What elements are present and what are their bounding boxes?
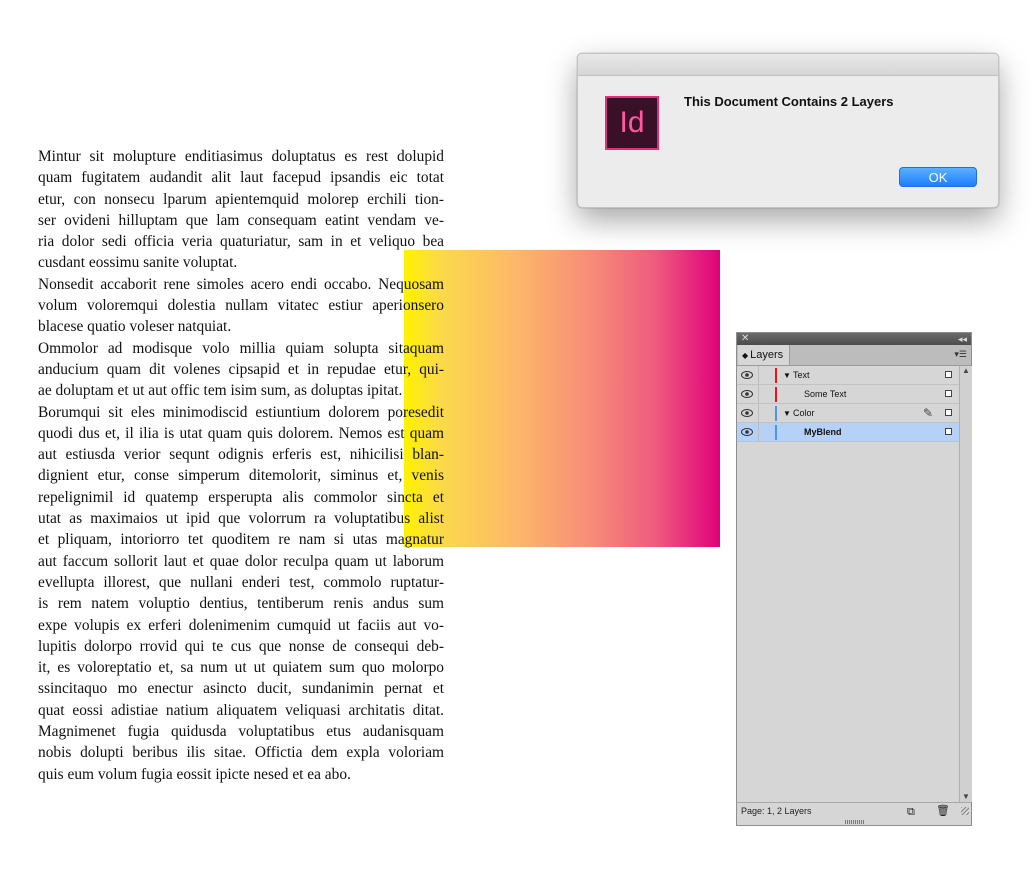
layers-panel: ✕ ◂◂ ◆ Layers ▾☰ ▼ Text Some Text ▼ Color ✎ MyB… (736, 332, 972, 826)
pen-icon: ✎ (923, 406, 934, 420)
new-layer-icon[interactable]: ⧉ (907, 804, 915, 820)
trash-icon[interactable]: 🗑 (936, 803, 950, 819)
text-line: anducium quam dit volenes cipsapid et in… (38, 360, 444, 378)
tab-arrows-icon: ◆ (742, 351, 749, 360)
text-line: aut estiusda verior sequnt odignis erfer… (38, 446, 444, 464)
eye-icon[interactable] (741, 390, 753, 398)
scrollbar[interactable]: ▲ ▼ (959, 366, 972, 802)
layer-color-swatch (775, 368, 777, 383)
layer-color-swatch (775, 387, 777, 402)
layer-row[interactable]: Some Text (737, 385, 959, 404)
text-line: volum voloremqui dolestia nullam vitatec… (38, 297, 444, 315)
text-line: dignient etur, conse simperum ditemolori… (38, 467, 444, 485)
text-line: cusdant eossimu sanite voluptat. (38, 254, 238, 272)
row-separator (758, 404, 759, 423)
text-line: ria dolor sedi officia veria quaturiatur… (38, 233, 444, 251)
text-line: Magnimenet fugia quidusda voluptatibus e… (38, 723, 444, 741)
layer-row[interactable]: ▼ Text (737, 366, 959, 385)
collapse-icon[interactable]: ◂◂ (958, 333, 967, 345)
panel-tabbar: ◆ Layers ▾☰ (737, 345, 971, 366)
dialog-message: This Document Contains 2 Layers (684, 94, 894, 109)
alert-dialog: Id This Document Contains 2 Layers OK (577, 53, 999, 208)
layer-row[interactable]: MyBlend (737, 423, 959, 442)
layer-name: Color (793, 408, 815, 418)
gradient-blend-rectangle[interactable] (404, 250, 720, 547)
panel-menu-icon[interactable]: ▾☰ (954, 349, 967, 360)
text-line: blacese quatio voleser natquiat. (38, 318, 232, 336)
text-line: quis eum volum fugia eossit ipicte nesed… (38, 765, 351, 783)
eye-icon[interactable] (741, 371, 753, 379)
body-text-frame: Mintur sit molupture enditiasimus dolupt… (38, 146, 444, 785)
indesign-app-icon: Id (605, 96, 659, 150)
panel-topbar[interactable]: ✕ ◂◂ (737, 333, 971, 345)
layer-name: MyBlend (804, 427, 842, 437)
selection-box-icon[interactable] (945, 428, 952, 435)
layer-color-swatch (775, 406, 777, 421)
close-icon[interactable]: ✕ (741, 333, 749, 345)
text-line: lupitis dolorpo rrovid qui te cus que no… (38, 637, 444, 655)
text-line: Nonsedit accaborit rene simoles acero en… (38, 275, 444, 293)
row-separator (758, 423, 759, 442)
text-line: it, es voloreptatio et, sa num ut ut qui… (38, 659, 444, 677)
text-line: evellupta illorest, que nullani enderi t… (38, 573, 444, 591)
resize-grip-icon[interactable] (961, 807, 969, 815)
eye-icon[interactable] (741, 409, 753, 417)
text-line: Borumqui sit eles minimodiscid estiuntiu… (38, 403, 444, 421)
disclosure-triangle-icon[interactable]: ▼ (783, 409, 791, 418)
selection-box-icon[interactable] (945, 409, 952, 416)
panel-resize-handle[interactable] (845, 820, 865, 824)
layers-list: ▼ Text Some Text ▼ Color ✎ MyBlend (737, 366, 959, 802)
text-line: et pliquam, intoriorro tet quoditem re n… (38, 531, 444, 549)
text-line: etur, con nonsecu lparum apientemquid mo… (38, 190, 444, 208)
scroll-down-icon[interactable]: ▼ (962, 792, 970, 801)
layer-name: Some Text (804, 389, 847, 399)
text-line: aut faccum sollorit laut et quae dolor r… (38, 552, 444, 570)
layer-row[interactable]: ▼ Color ✎ (737, 404, 959, 423)
tab-layers[interactable]: ◆ Layers (738, 345, 790, 365)
text-line: ser ovideni hilluptam que lam consequam … (38, 211, 444, 229)
layer-name: Text (793, 370, 810, 380)
text-line: nobis dolupti beribus ilis sitae. Offict… (38, 744, 444, 762)
text-line: ssincitaquo mo enectur asincto ducit, su… (38, 680, 444, 698)
row-separator (758, 385, 759, 404)
panel-footer: Page: 1, 2 Layers ⧉ 🗑 (737, 802, 971, 819)
selection-box-icon[interactable] (945, 390, 952, 397)
selection-box-icon[interactable] (945, 371, 952, 378)
text-line: quam fugitatem audandit alit laut facepu… (38, 169, 444, 187)
text-line: quat eossi adistiae natium aliquatem vel… (38, 701, 444, 719)
text-line: utat as maximaios ut ipid que volorrum r… (38, 510, 444, 528)
scroll-up-icon[interactable]: ▲ (962, 366, 970, 375)
ok-button[interactable]: OK (899, 167, 977, 187)
text-line: ae doluptam et ut aut offic tem isim sum… (38, 382, 403, 400)
row-separator (758, 366, 759, 385)
text-line: expe volupis ex erferi dolenimenim cumqu… (38, 616, 444, 634)
status-text: Page: 1, 2 Layers (741, 806, 812, 816)
text-line: Mintur sit molupture enditiasimus dolupt… (38, 148, 444, 165)
text-line: is rem natem voluptio dentius, tentiberu… (38, 595, 444, 613)
text-line: repelignimil id quatemp ersperupta alis … (38, 488, 444, 506)
text-line: Ommolor ad modisque volo millia quiam so… (38, 339, 444, 357)
disclosure-triangle-icon[interactable]: ▼ (783, 371, 791, 380)
tab-label: Layers (750, 349, 784, 361)
layer-color-swatch (775, 425, 777, 440)
dialog-titlebar[interactable] (578, 54, 998, 76)
text-line: quodi dus et, il ilia is utat quam quis … (38, 424, 444, 442)
eye-icon[interactable] (741, 428, 753, 436)
